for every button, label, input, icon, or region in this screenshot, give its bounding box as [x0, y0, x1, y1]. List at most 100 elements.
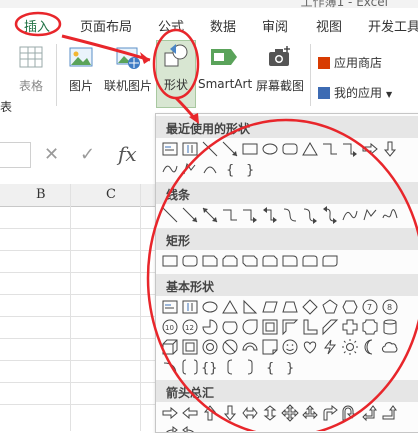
- down-arrow-shape[interactable]: [381, 140, 399, 158]
- heptagon-shape[interactable]: 7: [361, 298, 379, 316]
- snip-diagonal-rect-shape[interactable]: [241, 252, 259, 270]
- shapes-button[interactable]: 形状: [156, 40, 196, 108]
- cloud-shape[interactable]: [381, 338, 399, 356]
- hexagon-shape[interactable]: [341, 298, 359, 316]
- octagon-shape[interactable]: 8: [381, 298, 399, 316]
- round-single-corner-rect-shape[interactable]: [281, 252, 299, 270]
- elbow-arrow-shape[interactable]: [241, 206, 259, 224]
- tab-data[interactable]: 数据: [210, 16, 236, 35]
- smartart-button[interactable]: SmartArt: [198, 44, 252, 91]
- right-brace-shape[interactable]: }: [241, 160, 259, 178]
- half-frame-shape[interactable]: [281, 318, 299, 336]
- decagon-shape[interactable]: 10: [161, 318, 179, 336]
- diamond-shape[interactable]: [301, 298, 319, 316]
- bent-up-arrow-shape[interactable]: [381, 404, 399, 422]
- round-same-side-rect-shape[interactable]: [301, 252, 319, 270]
- oval-shape[interactable]: [201, 298, 219, 316]
- elbow-double-arrow-shape[interactable]: [261, 206, 279, 224]
- quad-arrow-shape[interactable]: [281, 404, 299, 422]
- heart-shape[interactable]: [301, 338, 319, 356]
- folded-corner-shape[interactable]: [261, 338, 279, 356]
- double-bracket-shape[interactable]: [181, 358, 199, 376]
- down-arrow-shape[interactable]: [221, 404, 239, 422]
- teardrop-shape[interactable]: [241, 318, 259, 336]
- left-bracket-shape[interactable]: [221, 358, 239, 376]
- moon-shape[interactable]: [361, 338, 379, 356]
- left-brace-shape[interactable]: {: [221, 160, 239, 178]
- arrow-line-shape[interactable]: [181, 206, 199, 224]
- textbox-shape[interactable]: [161, 140, 179, 158]
- tab-view[interactable]: 视图: [316, 16, 342, 35]
- triangle-shape[interactable]: [221, 298, 239, 316]
- right-bracket-shape[interactable]: [241, 358, 259, 376]
- cube-shape[interactable]: [161, 338, 179, 356]
- tab-page-layout[interactable]: 页面布局: [80, 16, 132, 35]
- left-right-up-arrow-shape[interactable]: [301, 404, 319, 422]
- freeform-shape[interactable]: [181, 160, 199, 178]
- tab-formulas[interactable]: 公式: [158, 16, 184, 35]
- rectangle-shape[interactable]: [161, 252, 179, 270]
- sun-shape[interactable]: [341, 338, 359, 356]
- right-triangle-shape[interactable]: [241, 298, 259, 316]
- smiley-face-shape[interactable]: [281, 338, 299, 356]
- picture-button[interactable]: 图片: [64, 44, 98, 94]
- arc-shape[interactable]: [161, 358, 179, 376]
- online-picture-button[interactable]: 联机图片: [100, 44, 156, 94]
- lightning-bolt-shape[interactable]: [321, 338, 339, 356]
- scribble-shape[interactable]: [381, 206, 399, 224]
- double-arrow-line-shape[interactable]: [201, 206, 219, 224]
- enter-icon[interactable]: ✓: [80, 144, 95, 165]
- parallelogram-shape[interactable]: [261, 298, 279, 316]
- curved-arrow-shape[interactable]: [301, 206, 319, 224]
- cancel-icon[interactable]: ✕: [44, 144, 59, 165]
- dodecagon-shape[interactable]: 12: [181, 318, 199, 336]
- can-shape[interactable]: [381, 318, 399, 336]
- tab-review[interactable]: 审阅: [262, 16, 288, 35]
- left-right-arrow-shape[interactable]: [241, 404, 259, 422]
- bent-arrow-shape[interactable]: [321, 404, 339, 422]
- diagonal-stripe-shape[interactable]: [321, 318, 339, 336]
- column-c[interactable]: C: [106, 187, 116, 202]
- elbow-connector-shape[interactable]: [321, 140, 339, 158]
- curve-shape[interactable]: [161, 160, 179, 178]
- snip-corner-rect-shape[interactable]: [201, 252, 219, 270]
- pie-shape[interactable]: [201, 318, 219, 336]
- rounded-rect-shape[interactable]: [281, 140, 299, 158]
- tab-insert[interactable]: 插入: [24, 16, 50, 35]
- left-arrow-shape[interactable]: [181, 404, 199, 422]
- elbow-connector-shape[interactable]: [221, 206, 239, 224]
- app-store-button[interactable]: 应用商店: [318, 54, 382, 71]
- double-brace-shape[interactable]: {}: [201, 358, 219, 376]
- right-brace-shape[interactable]: }: [281, 358, 299, 376]
- curved-connector-shape[interactable]: [281, 206, 299, 224]
- frame-shape[interactable]: [261, 318, 279, 336]
- plaque-shape[interactable]: [361, 318, 379, 336]
- right-arrow-shape[interactable]: [161, 404, 179, 422]
- textbox-vertical-shape[interactable]: [181, 298, 199, 316]
- column-b[interactable]: B: [36, 187, 46, 202]
- screenshot-button[interactable]: 屏幕截图: [252, 44, 308, 94]
- chord-shape[interactable]: [221, 318, 239, 336]
- curved-double-arrow-shape[interactable]: [321, 206, 339, 224]
- elbow-arrow-shape[interactable]: [341, 140, 359, 158]
- rectangle-shape[interactable]: [241, 140, 259, 158]
- u-turn-arrow-shape[interactable]: [341, 404, 359, 422]
- triangle-shape[interactable]: [301, 140, 319, 158]
- trapezoid-shape[interactable]: [281, 298, 299, 316]
- left-brace-shape[interactable]: {: [261, 358, 279, 376]
- textbox-shape[interactable]: [161, 298, 179, 316]
- freeform-shape[interactable]: [361, 206, 379, 224]
- no-symbol-shape[interactable]: [221, 338, 239, 356]
- textbox-vertical-shape[interactable]: [181, 140, 199, 158]
- curved-left-arrow-shape[interactable]: [181, 424, 199, 432]
- up-down-arrow-shape[interactable]: [261, 404, 279, 422]
- bevel-shape[interactable]: [181, 338, 199, 356]
- line-shape[interactable]: [201, 140, 219, 158]
- snip-same-side-rect-shape[interactable]: [221, 252, 239, 270]
- snip-round-rect-shape[interactable]: [261, 252, 279, 270]
- my-apps-button[interactable]: 我的应用 ▼: [318, 84, 392, 101]
- table-button[interactable]: 表格: [14, 44, 48, 94]
- left-up-arrow-shape[interactable]: [361, 404, 379, 422]
- function-icon[interactable]: fx: [118, 142, 137, 166]
- line-shape[interactable]: [161, 206, 179, 224]
